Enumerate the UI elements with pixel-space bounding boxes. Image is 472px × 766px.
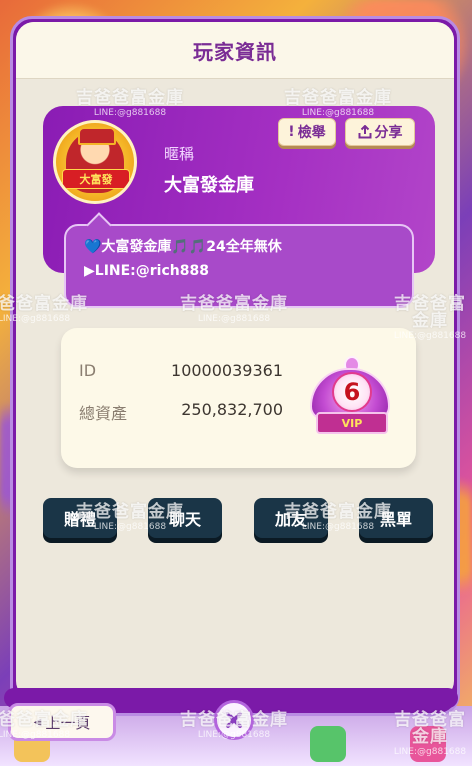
signature-text: 💙大富發金庫🎵🎵24全年無休 ▶LINE:@rich888 <box>84 239 282 279</box>
signature-bubble: 💙大富發金庫🎵🎵24全年無休 ▶LINE:@rich888 <box>64 224 414 308</box>
vip-badge: 6 VIP <box>304 356 396 442</box>
gift-button[interactable]: 贈禮 <box>43 498 117 538</box>
assets-value: 250,832,700 <box>181 400 283 419</box>
id-value: 10000039361 <box>171 361 283 380</box>
nickname-label: 暱稱 <box>164 145 195 163</box>
report-label: 檢舉 <box>297 125 326 141</box>
share-label: 分享 <box>374 125 403 141</box>
dialog-title: 玩家資訊 <box>193 39 277 64</box>
vip-ribbon: VIP <box>316 412 388 434</box>
id-label: ID <box>79 361 97 380</box>
exclamation-icon: ! <box>288 124 295 140</box>
share-icon <box>358 125 371 139</box>
avatar-plate-text: 大富發 <box>62 169 130 189</box>
game-thumbnail <box>310 726 346 762</box>
player-info-dialog: 玩家資訊 大富發 暱稱 大富發金庫 ! 檢舉 分享 💙大富發金庫🎵🎵24全年無休… <box>10 16 460 716</box>
vip-level: 6 <box>332 372 372 412</box>
add-friend-button[interactable]: 加友 <box>254 498 328 538</box>
blacklist-button[interactable]: 黑單 <box>359 498 433 538</box>
game-thumbnail <box>410 726 446 762</box>
avatar[interactable]: 大富發 <box>53 120 137 204</box>
nickname-value: 大富發金庫 <box>164 175 254 196</box>
prev-page-label: 上一頁 <box>45 713 91 732</box>
chat-button[interactable]: 聊天 <box>148 498 222 538</box>
close-icon <box>226 712 242 728</box>
report-button[interactable]: ! 檢舉 <box>278 118 336 146</box>
prev-page-button[interactable]: ◀ 上一頁 <box>8 703 116 741</box>
dialog-header: 玩家資訊 <box>16 22 454 79</box>
fortune-god-icon: 大富發 <box>62 127 130 193</box>
assets-label: 總資產 <box>79 404 128 423</box>
profile-card: 大富發 暱稱 大富發金庫 ! 檢舉 分享 💙大富發金庫🎵🎵24全年無休 ▶LIN… <box>43 106 435 308</box>
left-arrow-icon: ◀ <box>33 716 42 728</box>
stats-card: ID 10000039361 總資產 250,832,700 6 VIP <box>61 328 416 468</box>
share-button[interactable]: 分享 <box>345 118 415 146</box>
close-button[interactable] <box>214 700 254 740</box>
